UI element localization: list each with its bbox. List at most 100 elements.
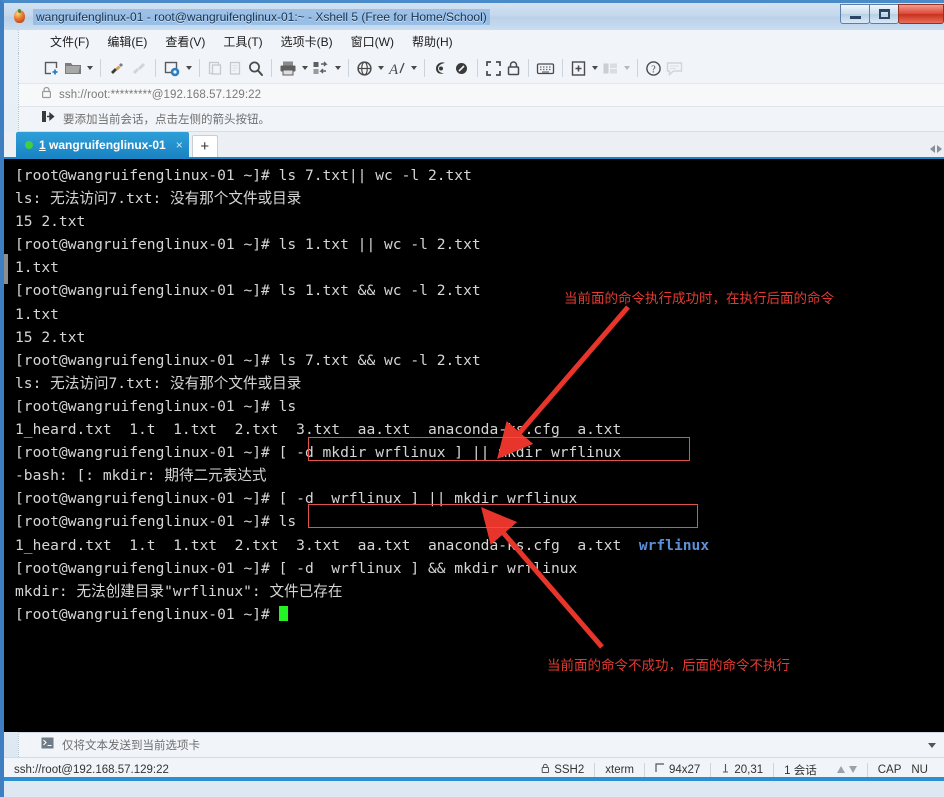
add-tab-icon[interactable] xyxy=(568,56,589,80)
find-icon[interactable] xyxy=(245,56,266,80)
highlight-box-or-command xyxy=(308,437,690,461)
copy-icon xyxy=(225,56,245,80)
menu-tools[interactable]: 工具(T) xyxy=(214,31,271,52)
cursor-pos-icon xyxy=(721,763,730,776)
terminal-line: [root@wangruifenglinux-01 ~]# [ -d wrfli… xyxy=(15,559,578,577)
menu-edit[interactable]: 编辑(E) xyxy=(98,31,156,52)
menu-help[interactable]: 帮助(H) xyxy=(403,31,462,52)
title-bar: wangruifenglinux-01 - root@wangruifengli… xyxy=(4,3,944,30)
highlight-box-and-command xyxy=(308,504,698,528)
add-tab-caret-icon[interactable] xyxy=(592,66,598,70)
print-caret-icon[interactable] xyxy=(302,66,308,70)
terminal-small-icon xyxy=(41,736,54,754)
terminal-line: 15 2.txt xyxy=(15,213,86,231)
bottom-accent-bar xyxy=(4,777,944,781)
terminal-line: 15 2.txt xyxy=(15,328,86,346)
address-url: ssh://root:*********@192.168.57.129:22 xyxy=(59,89,262,101)
sftp-icon[interactable] xyxy=(451,56,472,80)
status-cursor: 20,31 xyxy=(711,763,773,776)
status-cursor-label: 20,31 xyxy=(734,763,764,776)
terminal-cursor xyxy=(278,605,288,621)
terminal-line: [root@wangruifenglinux-01 ~]# xyxy=(15,603,944,626)
lock-icon xyxy=(41,86,52,104)
arrange-icon xyxy=(600,56,621,80)
maximize-icon xyxy=(878,9,890,19)
menu-file[interactable]: 文件(F) xyxy=(41,31,98,52)
help-icon[interactable]: ? xyxy=(643,56,664,80)
ssh-tunnel-icon[interactable] xyxy=(430,56,451,80)
session-hint-bar: 要添加当前会话，点击左侧的箭头按钮。 xyxy=(18,107,944,132)
menu-tabs[interactable]: 选项卡(B) xyxy=(272,31,342,52)
toolbar-separator xyxy=(528,59,529,77)
tab-status-dot-icon xyxy=(25,140,33,149)
add-session-arrow-icon[interactable] xyxy=(41,110,55,128)
paste-icon xyxy=(205,56,225,80)
download-arrow-icon xyxy=(848,766,857,773)
toolbar-separator xyxy=(424,59,425,77)
toolbar-separator xyxy=(477,59,478,77)
status-caps: CAP xyxy=(877,763,902,776)
scroll-right-icon[interactable] xyxy=(937,145,942,153)
quick-connect-icon[interactable] xyxy=(106,56,128,80)
svg-text:?: ? xyxy=(651,64,656,75)
svg-text:A: A xyxy=(388,62,399,77)
open-folder-caret-icon[interactable] xyxy=(87,66,93,70)
new-tab-button[interactable]: + xyxy=(191,135,218,157)
session-properties-icon[interactable] xyxy=(161,56,183,80)
lock-icon[interactable] xyxy=(504,56,523,80)
status-protocol: SSH2 xyxy=(531,763,594,777)
annotation-success: 当前面的命令执行成功时，在执行后面的命令 xyxy=(564,291,834,307)
transfer-icon[interactable] xyxy=(310,56,332,80)
fullscreen-icon[interactable] xyxy=(483,56,504,80)
terminal-line: 1.txt xyxy=(15,259,59,277)
terminal-line: [root@wangruifenglinux-01 ~]# ls 1.txt |… xyxy=(15,236,481,254)
terminal-line: ls: 无法访问7.txt: 没有那个文件或目录 xyxy=(15,190,302,208)
session-properties-caret-icon[interactable] xyxy=(186,66,192,70)
toolbar-separator xyxy=(100,59,101,77)
font-caret-icon[interactable] xyxy=(411,66,417,70)
terminal-line: ls: 无法访问7.txt: 没有那个文件或目录 xyxy=(15,374,302,392)
terminal-line: -bash: [: mkdir: 期待二元表达式 xyxy=(15,467,267,485)
directory-entry: wrflinux xyxy=(638,536,710,554)
status-protocol-label: SSH2 xyxy=(554,763,585,776)
scroll-left-icon[interactable] xyxy=(930,145,935,153)
send-to-bar[interactable]: 仅将文本发送到当前选项卡 xyxy=(18,732,944,757)
disconnect-icon xyxy=(128,56,150,80)
status-transfer-indicators xyxy=(827,766,867,773)
session-hint-text: 要添加当前会话，点击左侧的箭头按钮。 xyxy=(63,114,270,126)
menu-view[interactable]: 查看(V) xyxy=(156,31,214,52)
close-icon[interactable]: × xyxy=(176,138,183,152)
tab-wangruifenglinux-01[interactable]: 1 wangruifenglinux-01 × xyxy=(16,132,189,157)
web-caret-icon[interactable] xyxy=(378,66,384,70)
toolbar-separator xyxy=(271,59,272,77)
toolbar-separator xyxy=(637,59,638,77)
web-icon[interactable] xyxy=(354,56,375,80)
toolbar-separator xyxy=(348,59,349,77)
transfer-caret-icon[interactable] xyxy=(335,66,341,70)
window-controls xyxy=(840,3,944,25)
terminal-panel[interactable]: [root@wangruifenglinux-01 ~]# ls 7.txt||… xyxy=(4,159,944,732)
font-icon[interactable]: A xyxy=(386,56,408,80)
xshell-icon xyxy=(12,9,27,24)
print-icon[interactable] xyxy=(277,56,299,80)
terminal-line: mkdir: 无法创建目录"wrflinux": 文件已存在 xyxy=(15,582,343,600)
maximize-button[interactable] xyxy=(869,4,899,24)
annotation-failure: 当前面的命令不成功，后面的命令不执行 xyxy=(547,658,790,674)
menu-bar: 文件(F) 编辑(E) 查看(V) 工具(T) 选项卡(B) 窗口(W) 帮助(… xyxy=(18,30,944,53)
window-title: wangruifenglinux-01 - root@wangruifengli… xyxy=(33,8,490,25)
status-sessions: 1 会话 xyxy=(784,764,817,777)
status-num: NU xyxy=(911,763,928,776)
chevron-down-icon[interactable] xyxy=(928,742,936,748)
address-bar[interactable]: ssh://root:*********@192.168.57.129:22 xyxy=(18,83,944,107)
status-size-label: 94x27 xyxy=(669,763,701,776)
comment-icon xyxy=(664,56,685,80)
tab-label: 1 wangruifenglinux-01 xyxy=(39,138,166,152)
menu-window[interactable]: 窗口(W) xyxy=(342,31,403,52)
toolbar-separator xyxy=(562,59,563,77)
new-session-icon[interactable] xyxy=(41,56,62,80)
open-folder-icon[interactable] xyxy=(62,56,84,80)
minimize-button[interactable] xyxy=(840,4,870,24)
close-button[interactable] xyxy=(898,4,944,24)
status-terminal-type: xterm xyxy=(605,763,634,776)
keyboard-icon[interactable] xyxy=(534,56,557,80)
